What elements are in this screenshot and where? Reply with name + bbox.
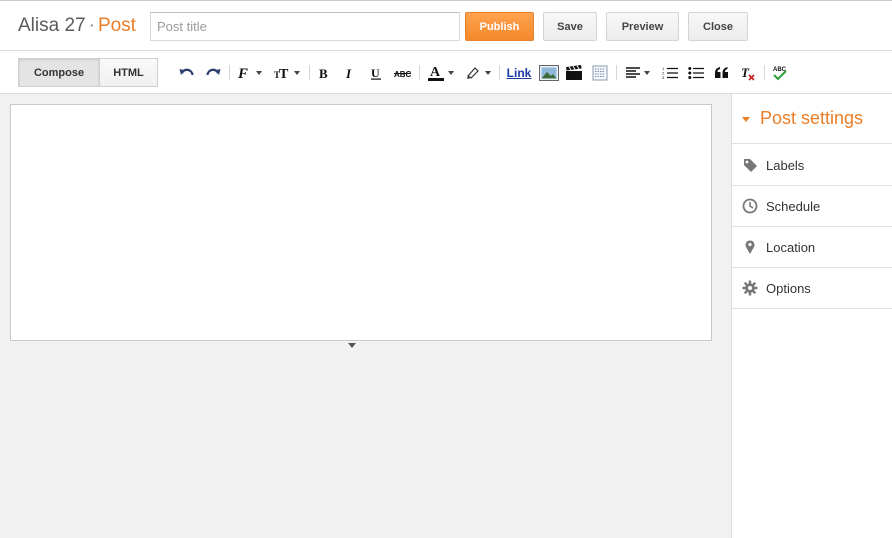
quote-icon[interactable]: [712, 64, 732, 82]
close-button[interactable]: Close: [688, 12, 748, 41]
insert-video-icon[interactable]: [564, 64, 584, 82]
html-tab[interactable]: HTML: [100, 58, 158, 87]
svg-text:T: T: [741, 65, 750, 80]
svg-text:T: T: [279, 67, 289, 81]
insert-jump-break-icon[interactable]: [590, 64, 610, 82]
svg-text:B: B: [319, 66, 328, 80]
toolbar-divider: [419, 65, 420, 80]
svg-text:A: A: [430, 65, 441, 80]
undo-icon[interactable]: [178, 64, 196, 82]
preview-button[interactable]: Preview: [606, 12, 679, 41]
schedule-label: Schedule: [766, 199, 821, 214]
redo-icon[interactable]: [204, 64, 222, 82]
toolbar-divider: [229, 65, 230, 80]
mode-tabs: Compose HTML: [18, 58, 158, 87]
svg-text:I: I: [345, 66, 352, 80]
underline-icon[interactable]: U: [368, 64, 384, 82]
bold-icon[interactable]: B: [316, 64, 332, 82]
align-icon[interactable]: [622, 64, 654, 82]
remove-formatting-icon[interactable]: T: [738, 64, 758, 82]
svg-text:F: F: [238, 66, 248, 81]
labels-label: Labels: [766, 158, 805, 173]
toolbar-divider: [764, 65, 765, 80]
spell-check-icon[interactable]: ABC: [770, 64, 790, 82]
location-pin-icon: [742, 239, 758, 255]
numbered-list-icon[interactable]: 123: [660, 64, 680, 82]
title-separator: ·: [88, 15, 95, 36]
post-settings-labels[interactable]: Labels: [732, 145, 892, 186]
post-settings-title: Post settings: [760, 108, 864, 128]
post-title-input[interactable]: [150, 12, 460, 41]
post-body-editor[interactable]: [10, 104, 712, 341]
post-settings-location[interactable]: Location: [732, 227, 892, 268]
post-settings-schedule[interactable]: Schedule: [732, 186, 892, 227]
insert-image-icon[interactable]: [538, 64, 560, 82]
editor-toolbar: Compose HTML F TT B I U ABC A Link 1 2 3…: [0, 51, 892, 94]
compose-tab[interactable]: Compose: [18, 58, 100, 87]
italic-icon[interactable]: I: [342, 64, 358, 82]
toolbar-divider: [499, 65, 500, 80]
blog-name: Alisa 27: [18, 15, 86, 36]
svg-text:U: U: [371, 66, 380, 80]
collapse-caret-icon: [742, 117, 750, 122]
post-editor-header: Alisa 27·Post Publish Save Preview Close: [0, 0, 892, 51]
svg-text:3: 3: [662, 75, 665, 80]
strikethrough-icon[interactable]: ABC: [393, 64, 413, 82]
toolbar-divider: [616, 65, 617, 80]
save-button[interactable]: Save: [543, 12, 597, 41]
options-label: Options: [766, 281, 811, 296]
link-label: Link: [506, 66, 532, 80]
text-color-icon[interactable]: A: [425, 64, 457, 82]
editor-resize-handle[interactable]: [348, 343, 356, 348]
font-size-icon[interactable]: TT: [272, 64, 302, 82]
post-settings-options[interactable]: Options: [732, 268, 892, 309]
post-settings-header[interactable]: Post settings: [732, 94, 892, 144]
highlight-color-icon[interactable]: [463, 64, 493, 82]
location-label: Location: [766, 240, 816, 255]
post-settings-sidebar: Post settings Labels Schedule Location O…: [731, 94, 892, 538]
publish-button[interactable]: Publish: [465, 12, 534, 41]
post-word: Post: [97, 15, 136, 36]
toolbar-divider: [309, 65, 310, 80]
bulleted-list-icon[interactable]: [686, 64, 706, 82]
tag-icon: [742, 157, 758, 173]
clock-icon: [742, 198, 758, 214]
link-button[interactable]: Link: [505, 64, 533, 82]
svg-text:ABC: ABC: [394, 70, 412, 79]
blog-title: Alisa 27 · Post: [18, 15, 136, 37]
font-family-icon[interactable]: F: [235, 64, 265, 82]
gear-icon: [742, 280, 758, 296]
